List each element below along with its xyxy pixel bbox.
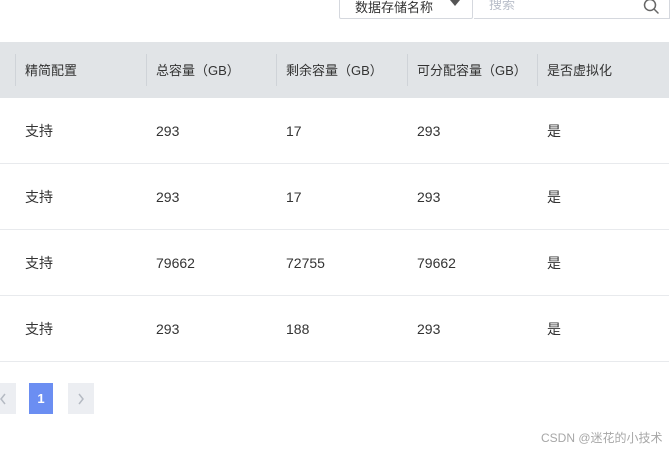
cell-free-capacity: 17 [286,123,302,139]
table-row[interactable]: 支持 293 17 293 是 [0,98,669,164]
search-input[interactable] [474,0,634,18]
cell-thin-provisioning: 支持 [25,321,53,337]
prev-page-button[interactable] [0,383,16,414]
watermark: CSDN @迷花的小技术 [541,431,663,445]
column-header-virtualized[interactable]: 是否虚拟化 [547,42,612,98]
search-icon[interactable] [643,0,659,14]
cell-allocatable-capacity: 293 [417,321,441,337]
column-divider [146,54,147,86]
cell-total-capacity: 293 [156,189,180,205]
datastore-filter-label: 数据存储名称 [355,0,434,15]
cell-allocatable-capacity: 79662 [417,255,456,271]
cell-virtualized: 是 [547,123,561,139]
caret-down-icon [450,0,460,6]
column-header-thin-provisioning[interactable]: 精简配置 [25,42,77,98]
column-divider [407,54,408,86]
cell-total-capacity: 293 [156,321,180,337]
cell-free-capacity: 17 [286,189,302,205]
table-row[interactable]: 支持 293 188 293 是 [0,296,669,362]
column-header-free-capacity[interactable]: 剩余容量（GB） [286,42,383,98]
cell-virtualized: 是 [547,255,561,271]
cell-allocatable-capacity: 293 [417,189,441,205]
cell-free-capacity: 188 [286,321,310,337]
cell-thin-provisioning: 支持 [25,189,53,205]
cell-virtualized: 是 [547,189,561,205]
table-header: 精简配置 总容量（GB） 剩余容量（GB） 可分配容量（GB） 是否虚拟化 [0,42,669,98]
search-box [474,0,670,19]
column-divider [15,54,16,86]
column-divider [276,54,277,86]
cell-thin-provisioning: 支持 [25,123,53,139]
cell-thin-provisioning: 支持 [25,255,53,271]
current-page-button[interactable]: 1 [29,383,53,414]
cell-virtualized: 是 [547,321,561,337]
cell-total-capacity: 79662 [156,255,195,271]
next-page-button[interactable] [68,383,94,414]
cell-allocatable-capacity: 293 [417,123,441,139]
column-header-total-capacity[interactable]: 总容量（GB） [156,42,240,98]
chevron-left-icon [0,393,6,404]
cell-free-capacity: 72755 [286,255,325,271]
column-header-allocatable-capacity[interactable]: 可分配容量（GB） [417,42,527,98]
table-row[interactable]: 支持 293 17 293 是 [0,164,669,230]
table-row[interactable]: 支持 79662 72755 79662 是 [0,230,669,296]
column-divider [537,54,538,86]
chevron-right-icon [78,393,84,404]
datastore-table: 精简配置 总容量（GB） 剩余容量（GB） 可分配容量（GB） 是否虚拟化 支持… [0,42,669,362]
datastore-filter-select[interactable]: 数据存储名称 [339,0,473,19]
cell-total-capacity: 293 [156,123,180,139]
